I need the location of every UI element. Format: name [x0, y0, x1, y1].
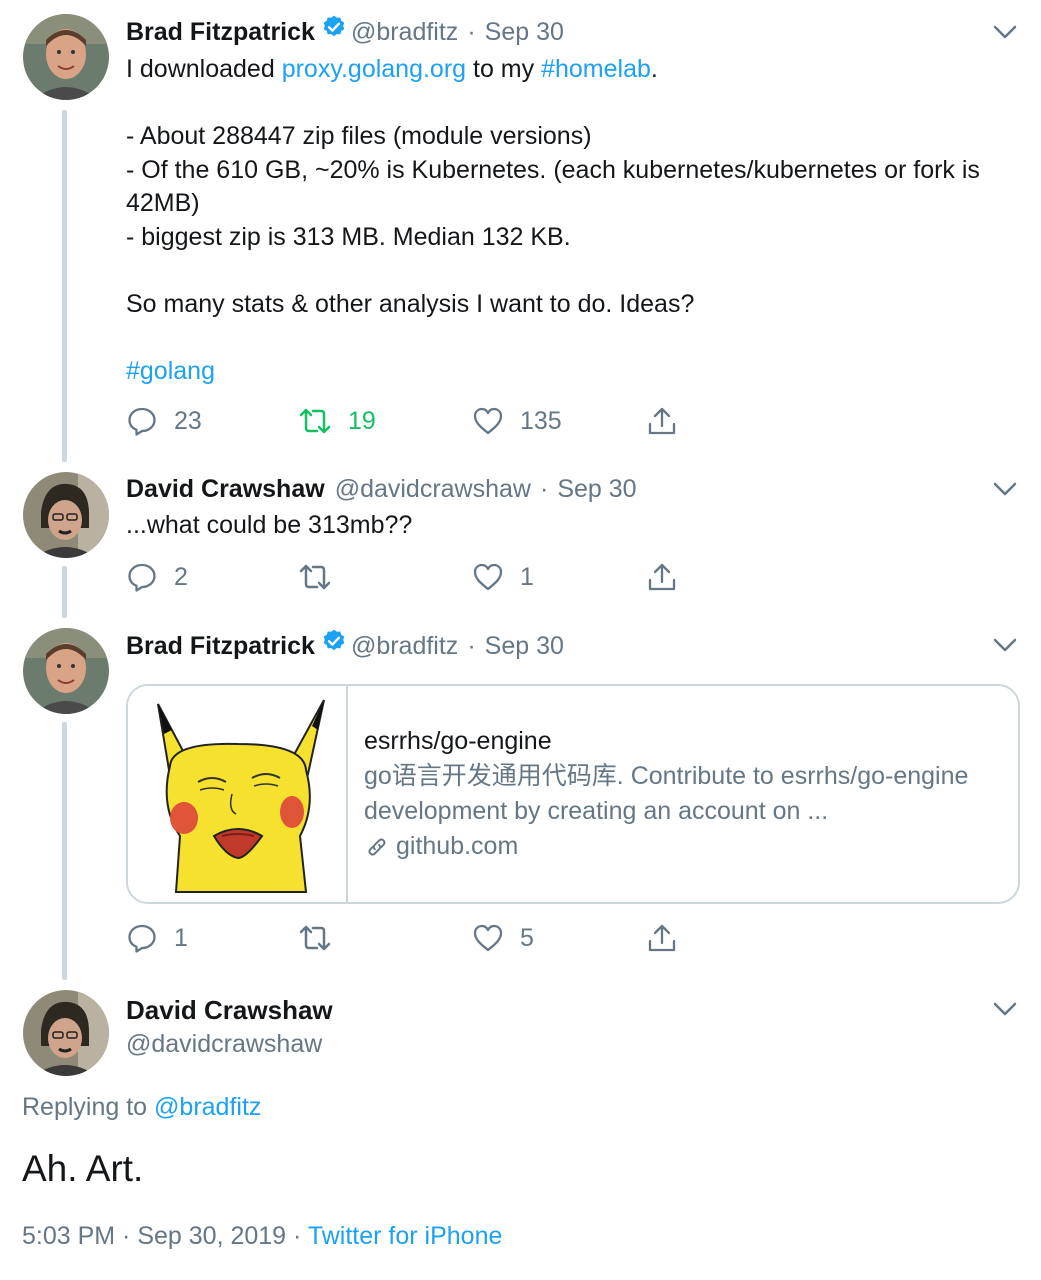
avatar[interactable] [23, 14, 109, 100]
tweet-text: ...what could be 313mb?? [126, 511, 413, 539]
retweet-count: 19 [348, 406, 376, 435]
display-name[interactable]: David Crawshaw [126, 475, 325, 503]
like-count: 135 [520, 406, 562, 435]
reply-icon [128, 563, 156, 592]
avatar[interactable] [23, 628, 109, 714]
thread-line [62, 110, 67, 462]
timestamp[interactable]: Sep 30 [485, 632, 564, 660]
like-count: 5 [520, 923, 534, 952]
retweet-icon [299, 408, 331, 434]
reply-count: 23 [174, 406, 202, 435]
retweet-icon [299, 925, 331, 951]
separator: · [539, 475, 549, 503]
hashtag[interactable]: #homelab [541, 55, 651, 83]
share-button[interactable] [646, 403, 694, 439]
reply-count: 1 [174, 923, 188, 952]
handle[interactable]: @davidcrawshaw [335, 475, 531, 503]
handle[interactable]: @davidcrawshaw [126, 1030, 322, 1059]
display-name[interactable]: Brad Fitzpatrick [126, 632, 315, 660]
tweet-actions: 23 19 135 [126, 403, 706, 439]
like-icon [473, 407, 503, 435]
tweet-text: I downloaded proxy.golang.org to my #hom… [126, 53, 996, 388]
link[interactable]: proxy.golang.org [282, 55, 466, 83]
card-domain-text: github.com [396, 832, 519, 860]
link-icon [368, 837, 386, 856]
verified-badge-icon [321, 628, 347, 663]
reply-button[interactable]: 23 [126, 403, 202, 439]
retweet-button[interactable] [298, 920, 348, 956]
share-icon [648, 407, 676, 435]
chevron-down-icon[interactable] [990, 479, 1020, 499]
chevron-down-icon[interactable] [990, 22, 1020, 42]
card-description: go语言开发通用代码库. Contribute to esrrhs/go-eng… [364, 762, 969, 825]
like-count: 1 [520, 562, 534, 591]
share-button[interactable] [646, 559, 694, 595]
chevron-down-icon[interactable] [990, 635, 1020, 655]
chevron-down-icon[interactable] [990, 999, 1020, 1019]
card-domain: github.com [364, 829, 994, 864]
display-name[interactable]: Brad Fitzpatrick [126, 18, 315, 46]
tweet-header: Brad Fitzpatrick @bradfitz · Sep 30 [126, 628, 564, 667]
handle[interactable]: @bradfitz [351, 632, 458, 660]
separator: · [115, 1222, 138, 1250]
reply-icon [128, 407, 156, 436]
tweet-header: David Crawshaw @davidcrawshaw · Sep 30 [126, 472, 637, 506]
tweet-meta: 5:03 PM · Sep 30, 2019 · Twitter for iPh… [22, 1222, 502, 1251]
reply-count: 2 [174, 562, 188, 591]
like-button[interactable]: 5 [472, 920, 534, 956]
tweet-time[interactable]: 5:03 PM [22, 1222, 115, 1250]
text-line: - Of the 610 GB, ~20% is Kubernetes. (ea… [126, 155, 980, 218]
replying-to: Replying to @bradfitz [22, 1093, 261, 1122]
hashtag[interactable]: #golang [126, 355, 996, 389]
text-span: to my [466, 55, 542, 83]
reply-button[interactable]: 1 [126, 920, 188, 956]
display-name[interactable]: David Crawshaw [126, 995, 333, 1026]
timestamp[interactable]: Sep 30 [557, 475, 636, 503]
tweet-text: Ah. Art. [22, 1148, 144, 1189]
thread-line [62, 722, 67, 980]
card-text: esrrhs/go-engine go语言开发通用代码库. Contribute… [364, 724, 994, 864]
card-title: esrrhs/go-engine [364, 727, 552, 755]
share-icon [648, 563, 676, 591]
link-card[interactable]: esrrhs/go-engine go语言开发通用代码库. Contribute… [126, 684, 1020, 904]
text-line: So many stats & other analysis I want to… [126, 289, 695, 318]
reply-icon [128, 924, 156, 953]
like-icon [473, 563, 503, 591]
text-span: . [650, 55, 658, 83]
verified-badge-icon [321, 14, 347, 49]
tweet-actions: 2 1 [126, 559, 706, 595]
retweet-button[interactable] [298, 559, 348, 595]
timestamp[interactable]: Sep 30 [485, 18, 564, 46]
share-icon [648, 924, 676, 952]
tweet-actions: 1 5 [126, 920, 706, 956]
separator: · [467, 632, 476, 661]
tweet-source[interactable]: Twitter for iPhone [308, 1222, 503, 1250]
text-span: I downloaded [126, 55, 282, 83]
like-button[interactable]: 1 [472, 559, 534, 595]
like-icon [473, 924, 503, 952]
text-line: - About 288447 zip files (module version… [126, 122, 592, 150]
replying-label: Replying to [22, 1093, 155, 1121]
handle[interactable]: @bradfitz [351, 18, 458, 46]
card-image [128, 686, 348, 902]
replying-to-link[interactable]: @bradfitz [154, 1093, 261, 1121]
retweet-icon [299, 564, 331, 590]
like-button[interactable]: 135 [472, 403, 562, 439]
retweet-button[interactable]: 19 [298, 403, 376, 439]
tweet-header: Brad Fitzpatrick @bradfitz · Sep 30 [126, 14, 564, 53]
separator: · [286, 1222, 308, 1250]
reply-button[interactable]: 2 [126, 559, 188, 595]
share-button[interactable] [646, 920, 694, 956]
avatar[interactable] [23, 472, 109, 558]
text-line: - biggest zip is 313 MB. Median 132 KB. [126, 222, 571, 251]
thread-line [62, 566, 67, 618]
avatar[interactable] [23, 990, 109, 1076]
separator: · [467, 18, 476, 47]
tweet-date[interactable]: Sep 30, 2019 [137, 1222, 286, 1250]
